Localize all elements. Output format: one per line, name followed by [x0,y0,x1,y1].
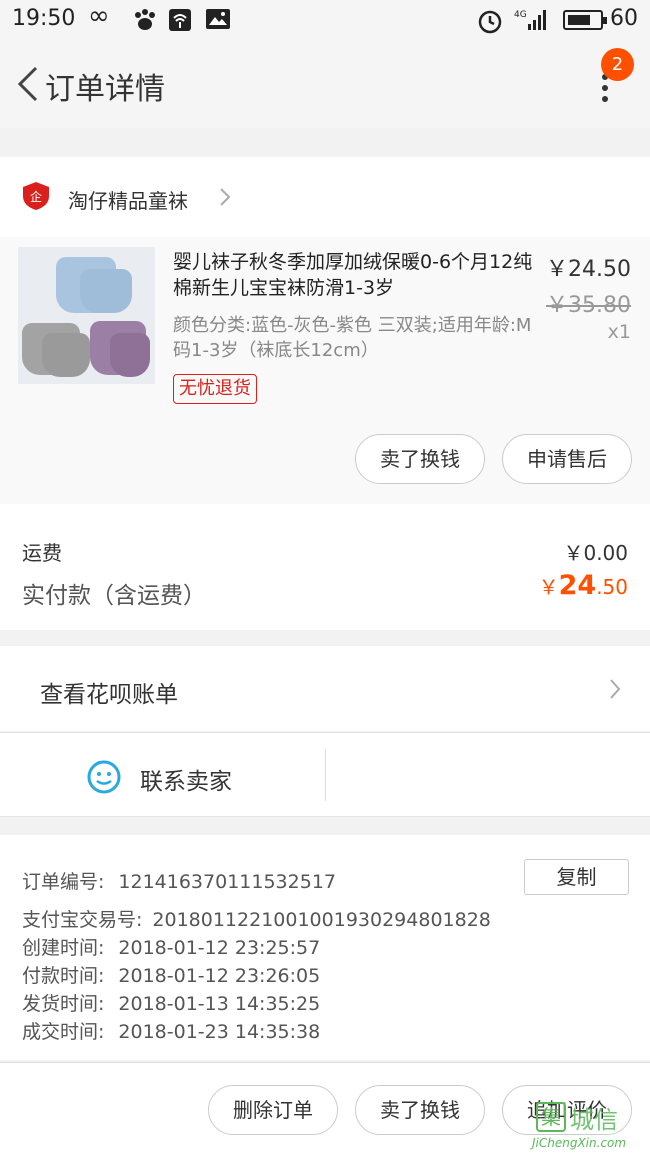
info-row-created-time: 创建时间: 2018-01-12 23:25:57 [22,937,321,959]
shop-name[interactable]: 淘仔精品童袜 [68,185,188,214]
battery-icon [563,10,607,30]
copy-button[interactable]: 复制 [524,859,629,895]
status-bar: 19:50 ∞ 4G 60 [0,0,650,40]
info-row-paid-time: 付款时间: 2018-01-12 23:26:05 [22,965,321,987]
divider [325,749,326,801]
watermark-logo-icon: 集 [536,1102,566,1132]
after-sale-button[interactable]: 申请售后 [502,434,632,484]
return-policy-tag: 无忧退货 [173,374,257,404]
battery-level: 60 [610,6,638,31]
info-row-shipped-time: 发货时间: 2018-01-13 14:35:25 [22,993,321,1015]
notification-badge: 2 [601,48,634,81]
product-title[interactable]: 婴儿袜子秋冬季加厚加绒保暖0-6个月12纯棉新生儿宝宝袜防滑1-3岁 [173,249,533,301]
paid-amount: ￥24.50 [538,570,628,601]
shipping-value: ￥0.00 [563,541,628,565]
svg-text:企: 企 [30,189,42,204]
resell-button-bottom[interactable]: 卖了换钱 [355,1085,485,1135]
delete-order-button[interactable]: 删除订单 [208,1085,338,1135]
product-quantity: x1 [607,321,631,343]
shop-row[interactable]: 企 淘仔精品童袜 [0,157,650,237]
nav-bar: 订单详情 2 [0,40,650,128]
contact-seller-button[interactable]: 联系卖家 [140,762,232,796]
chat-face-icon[interactable] [86,758,122,794]
watermark-url: JiChengXin.com [532,1136,627,1150]
alarm-icon [477,8,503,39]
product-price: ￥24.50 [546,257,631,282]
order-info: 订单编号: 121416370111532517 复制 支付宝交易号: 201801… [0,835,650,1060]
resell-button[interactable]: 卖了换钱 [355,434,485,484]
info-row-alipay-number: 支付宝交易号: 2018011221001001930294801828 [22,909,491,931]
shipping-label: 运费 [22,541,62,565]
paid-label: 实付款（含运费） [22,583,206,609]
site-watermark: 集 城信 JiChengXin.com [530,1098,650,1155]
product-spec: 颜色分类:蓝色-灰色-紫色 三双装;适用年龄:M码1-3岁（袜底长12cm） [173,315,532,361]
contact-seller-row: 联系卖家 [0,732,650,817]
image-notification-icon [205,8,231,35]
product-original-price: ￥35.80 [546,293,631,318]
info-row-completed-time: 成交时间: 2018-01-23 14:35:38 [22,1021,321,1043]
chevron-right-icon [218,187,232,207]
watermark-text: 城信 [570,1106,618,1134]
enterprise-shield-icon: 企 [22,181,50,211]
product-item[interactable]: 婴儿袜子秋冬季加厚加绒保暖0-6个月12纯棉新生儿宝宝袜防滑1-3岁 颜色分类:… [0,237,650,504]
huabei-label[interactable]: 查看花呗账单 [40,675,178,709]
fee-summary: 运费 ￥0.00 实付款（含运费） ￥24.50 [0,504,650,630]
svg-text:4G: 4G [514,10,527,20]
product-image[interactable] [18,247,155,384]
page-title: 订单详情 [45,72,165,107]
back-arrow-icon[interactable] [14,64,44,104]
chevron-right-icon [608,678,622,700]
wifi-box-icon [168,8,192,37]
info-row-order-number: 订单编号: 121416370111532517 [22,871,336,893]
4g-signal-icon: 4G [514,8,550,37]
huabei-bill-row[interactable]: 查看花呗账单 [0,646,650,731]
baidu-paw-icon [132,8,158,37]
status-time: 19:50 [12,6,76,31]
infinity-icon: ∞ [88,1,110,31]
